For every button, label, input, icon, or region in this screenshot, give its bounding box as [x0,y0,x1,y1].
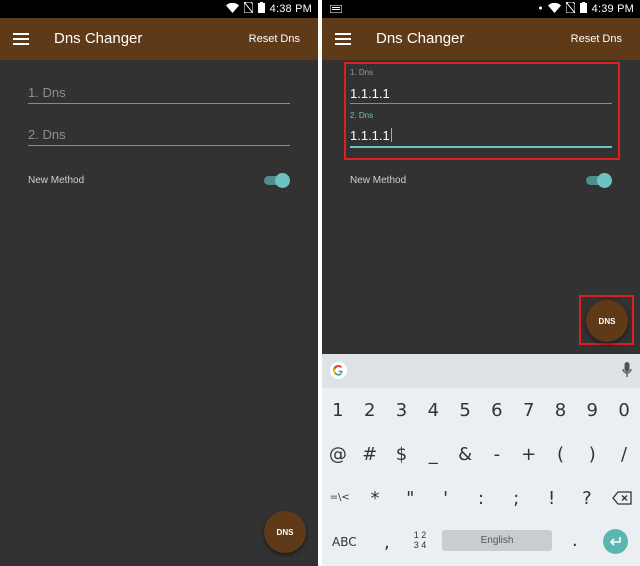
reset-dns-button[interactable]: Reset Dns [571,33,622,45]
key-at[interactable]: @ [322,444,354,465]
status-time: 4:39 PM [591,3,634,15]
app-title: Dns Changer [54,30,143,47]
dns2-value-wrap: 1.1.1.1 [350,128,392,143]
backspace-key[interactable] [605,488,640,509]
left-screen: 4:38 PM Dns Changer Reset Dns 1. Dns 2. … [0,0,318,566]
key-plus[interactable]: + [513,444,545,465]
dns1-value: 1.1.1.1 [350,86,390,101]
keyboard-row-numbers: 1 2 3 4 5 6 7 8 9 0 [322,400,640,421]
text-cursor [390,128,392,142]
key-double-quote[interactable]: " [393,488,428,509]
new-method-toggle[interactable] [586,173,612,188]
key-4[interactable]: 4 [417,400,449,421]
new-method-toggle[interactable] [264,173,290,188]
key-minus[interactable]: - [481,444,513,465]
notification-icon [329,4,343,14]
key-0[interactable]: 0 [608,400,640,421]
keyboard-row-symbols-1: @ # $ _ & - + ( ) / [322,444,640,465]
status-bar: 4:39 PM [322,0,640,18]
key-9[interactable]: 9 [576,400,608,421]
key-single-quote[interactable]: ' [428,488,463,509]
key-colon[interactable]: : [463,488,498,509]
key-period[interactable]: . [572,530,578,551]
key-7[interactable]: 7 [513,400,545,421]
key-dollar[interactable]: $ [386,444,418,465]
battery-icon [579,2,587,16]
dns-fab-button[interactable]: DNS [264,511,306,553]
microphone-icon[interactable] [622,362,632,379]
key-8[interactable]: 8 [545,400,577,421]
key-close-paren[interactable]: ) [576,444,608,465]
app-bar: Dns Changer Reset Dns [0,18,318,60]
dns1-placeholder: 1. Dns [28,85,66,100]
numpad-key[interactable]: 1 2 3 4 [410,530,430,550]
dns-fab-button[interactable]: DNS [586,300,628,342]
hamburger-menu-icon[interactable] [13,32,29,46]
dns1-label: 1. Dns [350,68,374,77]
enter-icon [609,537,621,546]
key-question[interactable]: ? [569,488,604,509]
hamburger-menu-icon[interactable] [335,32,351,46]
dns2-input[interactable]: 2. Dns [28,126,290,148]
key-hash[interactable]: # [354,444,386,465]
enter-key[interactable] [603,529,628,554]
signal-dot-icon [538,3,543,16]
right-screen: 4:39 PM Dns Changer Reset Dns 1. Dns 1.1… [322,0,640,566]
no-sim-icon [243,1,254,16]
dns1-input[interactable]: 1. Dns [28,84,290,106]
app-title: Dns Changer [376,30,465,47]
key-underscore[interactable]: _ [417,444,449,465]
space-bar[interactable]: English [442,530,552,551]
key-1[interactable]: 1 [322,400,354,421]
key-ampersand[interactable]: & [449,444,481,465]
key-5[interactable]: 5 [449,400,481,421]
keyboard-suggestion-bar [322,354,640,388]
key-6[interactable]: 6 [481,400,513,421]
key-more-symbols[interactable]: =\< [322,488,357,509]
key-comma[interactable]: , [384,532,390,553]
keyboard-row-symbols-2: =\< * " ' : ; ! ? [322,488,640,509]
key-2[interactable]: 2 [354,400,386,421]
wifi-icon [547,2,561,16]
status-time: 4:38 PM [269,3,312,15]
fab-label: DNS [598,316,616,326]
fab-label: DNS [276,527,294,537]
key-semicolon[interactable]: ; [499,488,534,509]
battery-icon [257,2,265,16]
no-sim-icon [565,1,576,16]
key-3[interactable]: 3 [386,400,418,421]
on-screen-keyboard: 1 2 3 4 5 6 7 8 9 0 @ # $ _ & - + ( ) / … [322,354,640,566]
dns2-input[interactable]: 2. Dns 1.1.1.1 [350,111,612,149]
dns1-input[interactable]: 1. Dns 1.1.1.1 [350,68,612,106]
dns2-value: 1.1.1.1 [350,128,390,143]
dns2-label: 2. Dns [350,111,374,120]
google-logo-icon[interactable] [330,362,347,379]
reset-dns-button[interactable]: Reset Dns [249,33,300,45]
wifi-icon [225,2,239,16]
new-method-label: New Method [350,175,407,186]
new-method-label: New Method [28,175,85,186]
key-asterisk[interactable]: * [357,488,392,509]
numpad-top: 1 2 [413,530,427,540]
numpad-bottom: 3 4 [413,540,427,550]
app-bar: Dns Changer Reset Dns [322,18,640,60]
backspace-icon [612,491,632,505]
key-slash[interactable]: / [608,444,640,465]
key-exclamation[interactable]: ! [534,488,569,509]
dns2-placeholder: 2. Dns [28,127,66,142]
abc-key[interactable]: ABC [332,535,357,549]
key-open-paren[interactable]: ( [545,444,577,465]
status-bar: 4:38 PM [0,0,318,18]
